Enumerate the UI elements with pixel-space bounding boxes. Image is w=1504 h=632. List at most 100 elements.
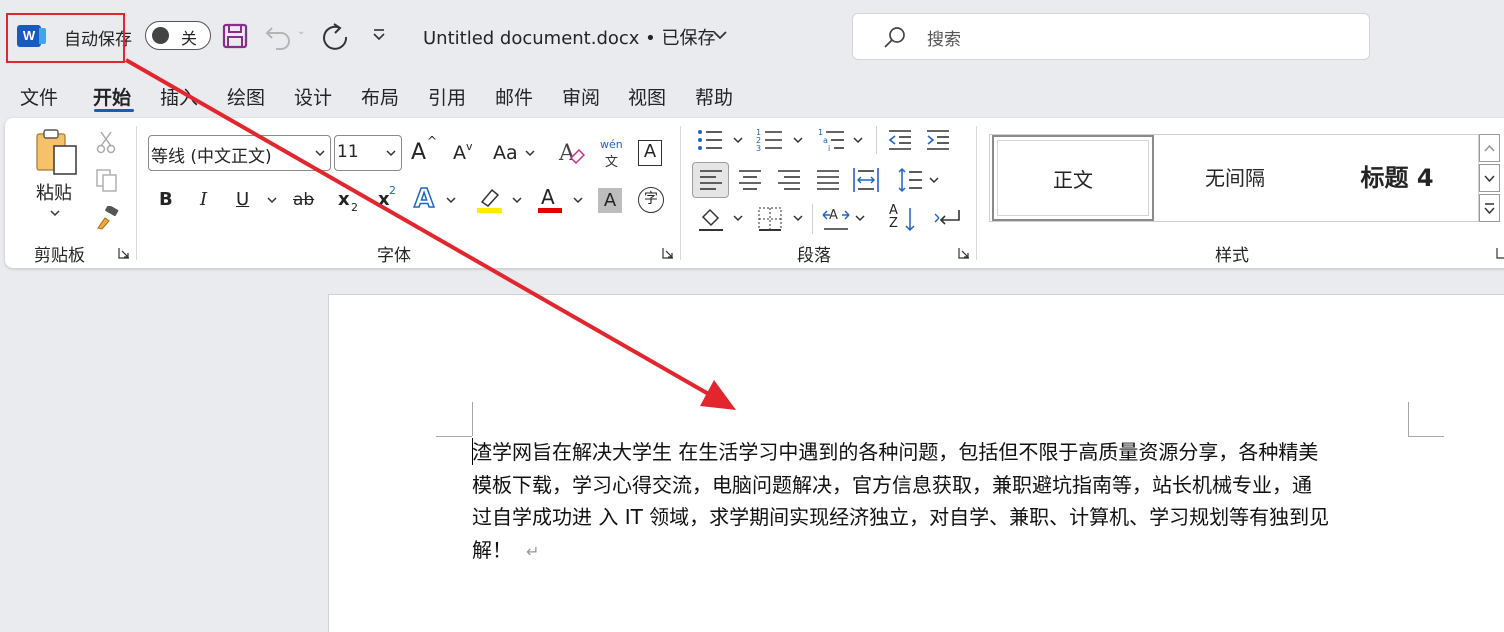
clipboard-launcher-icon[interactable] <box>118 247 130 259</box>
distributed-align-icon[interactable] <box>852 166 880 194</box>
tab-home[interactable]: 开始 <box>93 83 131 110</box>
styles-launcher-icon[interactable] <box>1496 247 1504 259</box>
italic-button[interactable]: I <box>200 189 207 210</box>
group-separator <box>136 126 137 260</box>
cut-icon[interactable] <box>95 130 117 154</box>
chevron-down-icon[interactable] <box>929 177 939 185</box>
paste-dropdown-icon[interactable] <box>50 210 60 218</box>
format-painter-icon[interactable] <box>94 206 120 230</box>
character-shading-icon[interactable]: A <box>598 188 622 213</box>
crop-mark <box>1408 436 1444 437</box>
style-heading-4[interactable]: 标题 4 <box>1316 135 1478 221</box>
tab-view[interactable]: 视图 <box>628 83 666 110</box>
superscript-button[interactable]: x <box>378 189 390 210</box>
chevron-down-icon[interactable] <box>853 137 863 145</box>
chevron-down-icon[interactable] <box>573 197 583 205</box>
text-highlight-icon[interactable] <box>476 186 504 214</box>
tab-layout[interactable]: 布局 <box>361 83 399 110</box>
phonetic-guide-top[interactable]: wén <box>600 138 623 151</box>
font-name-select[interactable]: 等线 (中文正文) <box>148 135 331 171</box>
underline-dropdown-icon[interactable] <box>267 197 277 205</box>
chevron-down-icon[interactable] <box>793 215 803 223</box>
chevron-down-icon[interactable] <box>855 215 865 223</box>
tab-draw[interactable]: 绘图 <box>227 83 265 110</box>
line-spacing-icon[interactable] <box>896 166 924 194</box>
tab-insert[interactable]: 插入 <box>160 83 198 110</box>
decrease-indent-icon[interactable] <box>887 128 913 152</box>
document-line: 渣学网旨在解决大学生 在生活学习中遇到的各种问题，包括但不限于高质量资源分享，各… <box>472 440 1319 464</box>
bold-button[interactable]: B <box>159 189 173 210</box>
subscript-button[interactable]: x <box>338 189 350 210</box>
underline-button[interactable]: U <box>236 189 249 210</box>
font-size-value: 11 <box>337 142 359 162</box>
align-center-icon[interactable] <box>737 168 763 192</box>
show-formatting-marks-icon[interactable] <box>933 206 961 232</box>
chevron-down-icon[interactable] <box>512 197 522 205</box>
document-line: 解！ <box>472 537 512 562</box>
phonetic-guide-icon[interactable]: 文 <box>605 151 618 170</box>
tab-help[interactable]: 帮助 <box>695 83 733 110</box>
font-color-icon[interactable]: A <box>541 185 555 209</box>
save-icon[interactable] <box>222 23 248 49</box>
shading-icon[interactable] <box>697 205 725 233</box>
font-launcher-icon[interactable] <box>662 247 674 259</box>
customize-toolbar-icon[interactable] <box>372 28 386 42</box>
style-normal[interactable]: 正文 <box>992 135 1154 221</box>
font-size-select[interactable]: 11 <box>334 135 402 171</box>
chevron-down-icon[interactable] <box>525 150 535 158</box>
more-icon <box>1484 203 1495 215</box>
chevron-down-icon[interactable] <box>793 137 803 145</box>
chevron-down-icon[interactable] <box>446 197 456 205</box>
group-separator <box>976 126 977 260</box>
group-separator <box>680 126 681 260</box>
gallery-more[interactable] <box>1479 194 1500 222</box>
autosave-toggle[interactable]: 关 <box>145 21 211 50</box>
undo-icon[interactable] <box>264 22 294 50</box>
paste-icon[interactable] <box>34 128 80 178</box>
paste-label[interactable]: 粘贴 <box>36 179 72 205</box>
tab-mailings[interactable]: 邮件 <box>495 83 533 110</box>
copy-icon[interactable] <box>95 168 119 192</box>
paragraph-launcher-icon[interactable] <box>958 247 970 259</box>
bullets-icon[interactable] <box>696 128 724 152</box>
text-direction-icon[interactable]: A <box>821 205 851 233</box>
numbering-icon[interactable]: 123 <box>756 127 784 153</box>
align-left-icon <box>700 170 722 190</box>
document-line: 过自学成功进 入 IT 领域，求学期间实现经济独立，对自学、兼职、计算机、学习规… <box>472 505 1330 529</box>
chevron-down-icon <box>386 150 396 157</box>
undo-dropdown-icon[interactable]: ⌄ <box>297 26 305 37</box>
justify-icon[interactable] <box>815 168 841 192</box>
crop-mark <box>1408 402 1409 436</box>
paragraph-group-label: 段落 <box>797 246 831 266</box>
style-no-spacing[interactable]: 无间隔 <box>1154 135 1316 221</box>
document-body[interactable]: 渣学网旨在解决大学生 在生活学习中遇到的各种问题，包括但不限于高质量资源分享，各… <box>472 436 1412 568</box>
text-effects-icon[interactable]: A <box>413 183 435 215</box>
tab-design[interactable]: 设计 <box>294 83 332 110</box>
increase-indent-icon[interactable] <box>925 128 951 152</box>
multilevel-list-icon[interactable]: 1ai <box>818 127 846 153</box>
strikethrough-button[interactable]: ab <box>293 190 314 210</box>
align-right-icon[interactable] <box>776 168 802 192</box>
character-border-icon[interactable]: A <box>638 140 662 166</box>
tab-file[interactable]: 文件 <box>20 83 58 110</box>
shrink-font-icon[interactable]: A <box>453 142 466 164</box>
change-case-icon[interactable]: Aa <box>493 142 518 164</box>
chevron-down-icon[interactable] <box>733 215 743 223</box>
enclose-characters-icon[interactable]: 字 <box>638 187 664 213</box>
grow-font-icon[interactable]: A <box>411 140 426 165</box>
tab-review[interactable]: 审阅 <box>562 83 600 110</box>
clear-formatting-icon[interactable]: A <box>557 138 585 168</box>
chevron-down-icon[interactable] <box>712 30 728 42</box>
clipboard-group-label: 剪贴板 <box>34 246 85 266</box>
gallery-scroll-up[interactable] <box>1479 134 1500 162</box>
borders-icon[interactable] <box>757 206 783 232</box>
tab-references[interactable]: 引用 <box>428 83 466 110</box>
gallery-scroll-down[interactable] <box>1479 164 1500 192</box>
annotation-highlight-box <box>6 13 125 63</box>
search-placeholder: 搜索 <box>927 30 961 50</box>
redo-icon[interactable] <box>320 22 350 52</box>
document-title[interactable]: Untitled document.docx • 已保存 <box>423 24 716 50</box>
superscript-mark: 2 <box>389 184 396 197</box>
chevron-down-icon[interactable] <box>733 137 743 145</box>
search-box[interactable]: 搜索 <box>852 13 1370 60</box>
